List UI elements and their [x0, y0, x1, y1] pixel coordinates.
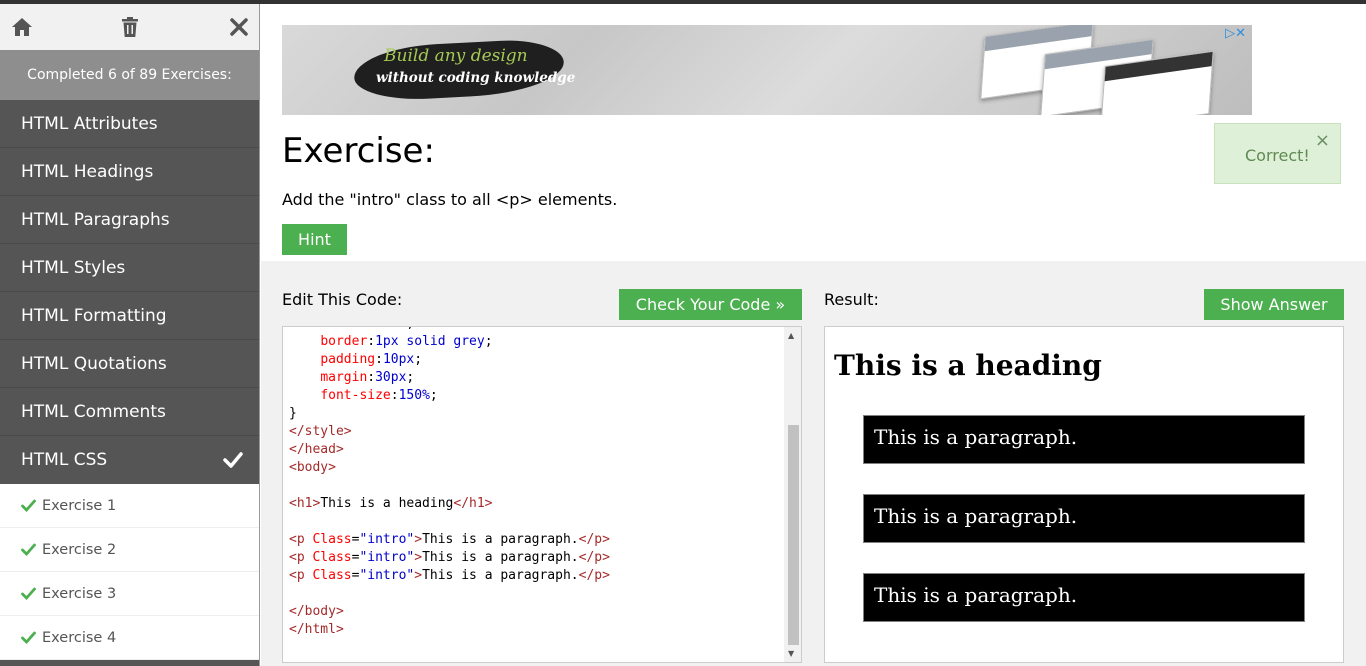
- workspace: Edit This Code: Check Your Code » Result…: [261, 261, 1366, 666]
- exercise-link-4[interactable]: Exercise 4: [0, 616, 259, 660]
- check-code-button[interactable]: Check Your Code »: [619, 289, 802, 320]
- sidebar-item-html-quotations[interactable]: HTML Quotations: [0, 340, 259, 388]
- hint-button[interactable]: Hint: [282, 224, 347, 255]
- sidebar-toolbar: [0, 4, 259, 50]
- result-paragraph: This is a paragraph.: [863, 494, 1305, 543]
- sidebar-item-label: HTML Comments: [21, 401, 166, 422]
- result-paragraph: This is a paragraph.: [863, 415, 1305, 464]
- ad-subline: without coding knowledge: [376, 70, 576, 86]
- sidebar-item-label: HTML Paragraphs: [21, 209, 170, 230]
- editor-label: Edit This Code:: [282, 290, 403, 309]
- home-icon[interactable]: [10, 15, 34, 39]
- exercise-label: Exercise 4: [42, 629, 117, 646]
- sidebar-item-html-css[interactable]: HTML CSS: [0, 436, 259, 484]
- code-editor[interactable]: color:white; border:1px solid grey; padd…: [282, 326, 802, 663]
- result-pane: This is a heading This is a paragraph. T…: [824, 326, 1344, 663]
- exercise-label: Exercise 3: [42, 585, 117, 602]
- result-label: Result:: [824, 290, 879, 309]
- checkmark-icon: [21, 543, 36, 556]
- checkmark-icon: [21, 499, 36, 512]
- exercise-link-1[interactable]: Exercise 1: [0, 484, 259, 528]
- sidebar-item-label: HTML Formatting: [21, 305, 167, 326]
- toast-message: Correct!: [1245, 146, 1310, 165]
- checkmark-icon: [21, 631, 36, 644]
- scroll-down-arrow-icon[interactable]: ▼: [788, 649, 794, 658]
- checkmark-icon: [223, 450, 243, 475]
- scrollbar-thumb[interactable]: [788, 425, 799, 645]
- toast-close-icon[interactable]: ×: [1315, 130, 1330, 151]
- sidebar-item-html-formatting[interactable]: HTML Formatting: [0, 292, 259, 340]
- ad-choices-icon[interactable]: ▷✕: [1225, 26, 1246, 41]
- checkmark-icon: [21, 587, 36, 600]
- sidebar-item-label: HTML Styles: [21, 257, 126, 278]
- exercise-description: Add the "intro" class to all <p> element…: [282, 190, 618, 209]
- sidebar-item-html-paragraphs[interactable]: HTML Paragraphs: [0, 196, 259, 244]
- exercise-link-3[interactable]: Exercise 3: [0, 572, 259, 616]
- exercise-label: Exercise 2: [42, 541, 117, 558]
- sidebar-item-html-attributes[interactable]: HTML Attributes: [0, 100, 259, 148]
- exercise-link-2[interactable]: Exercise 2: [0, 528, 259, 572]
- progress-text: Completed 6 of 89 Exercises:: [0, 50, 259, 100]
- ad-headline: Build any design: [384, 46, 528, 66]
- result-heading: This is a heading: [834, 349, 1102, 382]
- show-answer-button[interactable]: Show Answer: [1204, 289, 1344, 320]
- editor-scrollbar[interactable]: ▲ ▼: [784, 327, 801, 662]
- sidebar: Completed 6 of 89 Exercises: HTML Attrib…: [0, 4, 260, 666]
- sidebar-item-html-comments[interactable]: HTML Comments: [0, 388, 259, 436]
- sidebar-item-label: HTML CSS: [21, 450, 108, 470]
- result-paragraph: This is a paragraph.: [863, 573, 1305, 622]
- scroll-up-arrow-icon[interactable]: ▲: [788, 331, 794, 340]
- sidebar-item-label: HTML Quotations: [21, 353, 167, 374]
- exercise-label: Exercise 1: [42, 497, 117, 514]
- code-content[interactable]: color:white; border:1px solid grey; padd…: [289, 327, 610, 639]
- main-panel: Build any design without coding knowledg…: [261, 4, 1366, 666]
- sidebar-item-html-headings[interactable]: HTML Headings: [0, 148, 259, 196]
- trash-icon[interactable]: [118, 15, 142, 39]
- page-title: Exercise:: [282, 131, 435, 171]
- sidebar-item-label: HTML Headings: [21, 161, 154, 182]
- sidebar-item-label: HTML Attributes: [21, 113, 158, 134]
- sidebar-item-html-styles[interactable]: HTML Styles: [0, 244, 259, 292]
- ad-banner[interactable]: Build any design without coding knowledg…: [282, 25, 1252, 115]
- close-icon[interactable]: [227, 15, 251, 39]
- correct-toast: Correct! ×: [1214, 123, 1341, 184]
